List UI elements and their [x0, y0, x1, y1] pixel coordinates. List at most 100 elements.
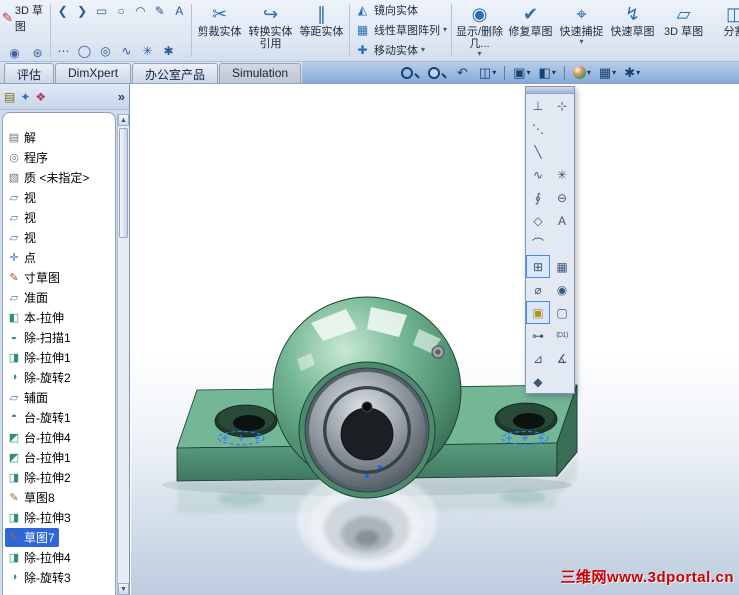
tab-simulation[interactable]: Simulation	[219, 63, 302, 83]
snap-triangle-icon[interactable]: ⊿	[526, 347, 550, 370]
convert-entities-button[interactable]: ↪ 转换实体引用	[245, 0, 296, 61]
rapid-sketch-button[interactable]: ↯ 快速草图	[607, 0, 658, 61]
snap-spring-icon[interactable]: ∮	[526, 186, 550, 209]
sketch-3d-button[interactable]: ✎ 3D 草图	[2, 2, 46, 34]
snap-rectangle-icon[interactable]: ▢	[550, 301, 574, 324]
move-entities-button[interactable]: ✚ 移动实体 ▾	[354, 40, 447, 59]
display-style-icon[interactable]: ◧ ▾	[539, 64, 556, 82]
bolt-hole-right[interactable]	[494, 402, 558, 436]
tree-item-sketch7[interactable]: ✎ 草图7	[3, 527, 115, 547]
headsup-separator-1[interactable]	[504, 65, 506, 80]
asterisk-tool-icon[interactable]: ✱	[160, 42, 177, 59]
snap-dimension-d1-icon[interactable]: (D1)	[550, 324, 574, 347]
tree-item-material[interactable]: ▧ 质 <未指定>	[3, 167, 115, 187]
tree-item-boss-extrude[interactable]: ◧ 本-拉伸	[3, 307, 115, 327]
point-tool-icon[interactable]: ✳	[139, 42, 156, 59]
snap-check-icon[interactable]: ◇	[526, 209, 550, 232]
view-orientation-icon[interactable]: ▣ ▾	[513, 64, 530, 82]
snap-centerline-icon[interactable]: ╲	[526, 140, 550, 163]
sketch-point[interactable]	[378, 465, 382, 469]
zoom-area-icon[interactable]	[428, 64, 447, 82]
text-tool-icon[interactable]: A	[172, 2, 187, 19]
tree-item-boss-revolve1[interactable]: ◓ 台-旋转1	[3, 407, 115, 427]
palette-drag-handle[interactable]	[526, 87, 574, 94]
zoom-fit-icon[interactable]	[401, 64, 420, 82]
configurationmanager-tab-icon[interactable]: ❖	[35, 90, 46, 104]
tab-office-products[interactable]: 办公室产品	[132, 63, 219, 83]
propertymanager-tab-icon[interactable]: ✦	[20, 90, 30, 104]
tree-item-annotations[interactable]: ▤ 解	[3, 127, 115, 147]
tree-item-cut-extrude4[interactable]: ◨ 除-拉伸4	[3, 547, 115, 567]
previous-view-icon[interactable]: ↶	[455, 64, 471, 82]
tree-item-program[interactable]: ◎ 程序	[3, 147, 115, 167]
snap-sketch-line-icon[interactable]: ⋱	[526, 117, 550, 140]
snap-curve-icon[interactable]: ⌒	[526, 232, 550, 255]
headsup-separator-2[interactable]	[563, 65, 565, 80]
back-icon[interactable]: ❮	[55, 2, 70, 19]
scene-icon[interactable]: ▦ ▾	[599, 64, 616, 82]
panel-expand-chevron[interactable]: »	[118, 89, 125, 104]
split-entities-button[interactable]: ◫ 分割	[709, 0, 739, 61]
snap-diameter-icon[interactable]: ⌀	[526, 278, 550, 301]
snap-text-icon[interactable]: A	[550, 209, 574, 232]
snap-move-icon[interactable]: ⊹	[550, 94, 574, 117]
sketch-point[interactable]	[365, 474, 369, 478]
ellipse-tool-icon[interactable]: ◯	[76, 42, 93, 59]
view-orientation-small-icon[interactable]: ◉	[6, 44, 23, 61]
snap-connector-icon[interactable]: ⊶	[526, 324, 550, 347]
tree-item-cut-revolve3[interactable]: ◑ 除-旋转3	[3, 567, 115, 587]
snap-disable-icon[interactable]: ⊖	[550, 186, 574, 209]
tree-item-boss-extrude4[interactable]: ◩ 台-拉伸4	[3, 427, 115, 447]
sketch-3d-plane-button[interactable]: ▱ 3D 草图	[658, 0, 709, 61]
tab-dimxpert[interactable]: DimXpert	[55, 63, 132, 83]
snap-cylinder-icon[interactable]: ▣	[526, 301, 550, 324]
tree-item-layout-sketch[interactable]: ✎ 寸草图	[3, 267, 115, 287]
scroll-down-button[interactable]: ▼	[118, 583, 129, 595]
rectangle-tool-icon[interactable]: ▭	[94, 2, 109, 19]
snap-point-icon[interactable]: ✳	[550, 163, 574, 186]
view-settings-icon[interactable]: ✱ ▾	[624, 64, 640, 82]
circle-tool-icon[interactable]: ○	[113, 2, 128, 19]
tree-item-sketch8[interactable]: ✎ 草图8	[3, 487, 115, 507]
tree-item-ref-plane[interactable]: ▱ 准面	[3, 287, 115, 307]
tree-item-cut-revolve2[interactable]: ◑ 除-旋转2	[3, 367, 115, 387]
appearances-icon[interactable]: ▾	[573, 64, 591, 82]
tree-item-aux-plane[interactable]: ▱ 辅面	[3, 387, 115, 407]
snap-grid-axis-icon[interactable]: ⊞	[526, 255, 550, 278]
tab-evaluate[interactable]: 评估	[4, 63, 55, 83]
quick-snaps-palette[interactable]: ⊥ ⊹ ⋱ ╲ ∿ ✳ ∮ ⊖ ◇ A ⌒ ⊞ ▦ ⌀ ◉ ▣ ▢ ⊶ (D1)…	[525, 86, 575, 394]
featuremanager-tab-icon[interactable]: ▤	[4, 90, 15, 104]
tree-item-plane-3[interactable]: ▱ 视	[3, 227, 115, 247]
scroll-up-button[interactable]: ▲	[118, 114, 129, 126]
linear-sketch-pattern-button[interactable]: ▦ 线性草图阵列 ▾	[354, 20, 447, 39]
quick-snaps-button[interactable]: ⌖ 快速捕捉 ▾	[556, 0, 607, 61]
tree-item-cut-extrude2[interactable]: ◨ 除-拉伸2	[3, 467, 115, 487]
tree-item-cut-extrude3[interactable]: ◨ 除-拉伸3	[3, 507, 115, 527]
palette-blank-3[interactable]	[550, 232, 574, 255]
snap-visibility-icon[interactable]: ◉	[550, 278, 574, 301]
tree-item-cut-sweep1[interactable]: ◒ 除-扫描1	[3, 327, 115, 347]
arc-tool-icon[interactable]: ◠	[133, 2, 148, 19]
section-view-icon[interactable]: ◫ ▾	[479, 64, 496, 82]
tree-item-boss-extrude1[interactable]: ◩ 台-拉伸1	[3, 447, 115, 467]
tree-item-plane-2[interactable]: ▱ 视	[3, 207, 115, 227]
tree-item-origin[interactable]: ✛ 点	[3, 247, 115, 267]
tree-scrollbar[interactable]: ▲ ▼	[117, 114, 129, 595]
palette-blank-4[interactable]	[550, 370, 574, 393]
dots-tool-icon[interactable]: ⋯	[55, 42, 72, 59]
trim-entities-button[interactable]: ✂ 剪裁实体	[194, 0, 245, 61]
snap-axis-icon[interactable]: ⊥	[526, 94, 550, 117]
tree-item-cut-extrude1[interactable]: ◨ 除-拉伸1	[3, 347, 115, 367]
pencil-tool-icon[interactable]: ✎	[152, 2, 167, 19]
snap-angle-icon[interactable]: ∡	[550, 347, 574, 370]
snap-grid-icon[interactable]: ▦	[550, 255, 574, 278]
forward-icon[interactable]: ❯	[74, 2, 89, 19]
tree-item-plane-1[interactable]: ▱ 视	[3, 187, 115, 207]
palette-blank-1[interactable]	[550, 117, 574, 140]
mirror-entities-button[interactable]: ◭ 镜向实体	[354, 0, 447, 19]
snap-shield-icon[interactable]: ◆	[526, 370, 550, 393]
scroll-thumb[interactable]	[119, 128, 128, 238]
snap-spline-icon[interactable]: ∿	[526, 163, 550, 186]
repair-sketch-button[interactable]: ✔ 修复草图	[505, 0, 556, 61]
spline-tool-icon[interactable]: ∿	[118, 42, 135, 59]
